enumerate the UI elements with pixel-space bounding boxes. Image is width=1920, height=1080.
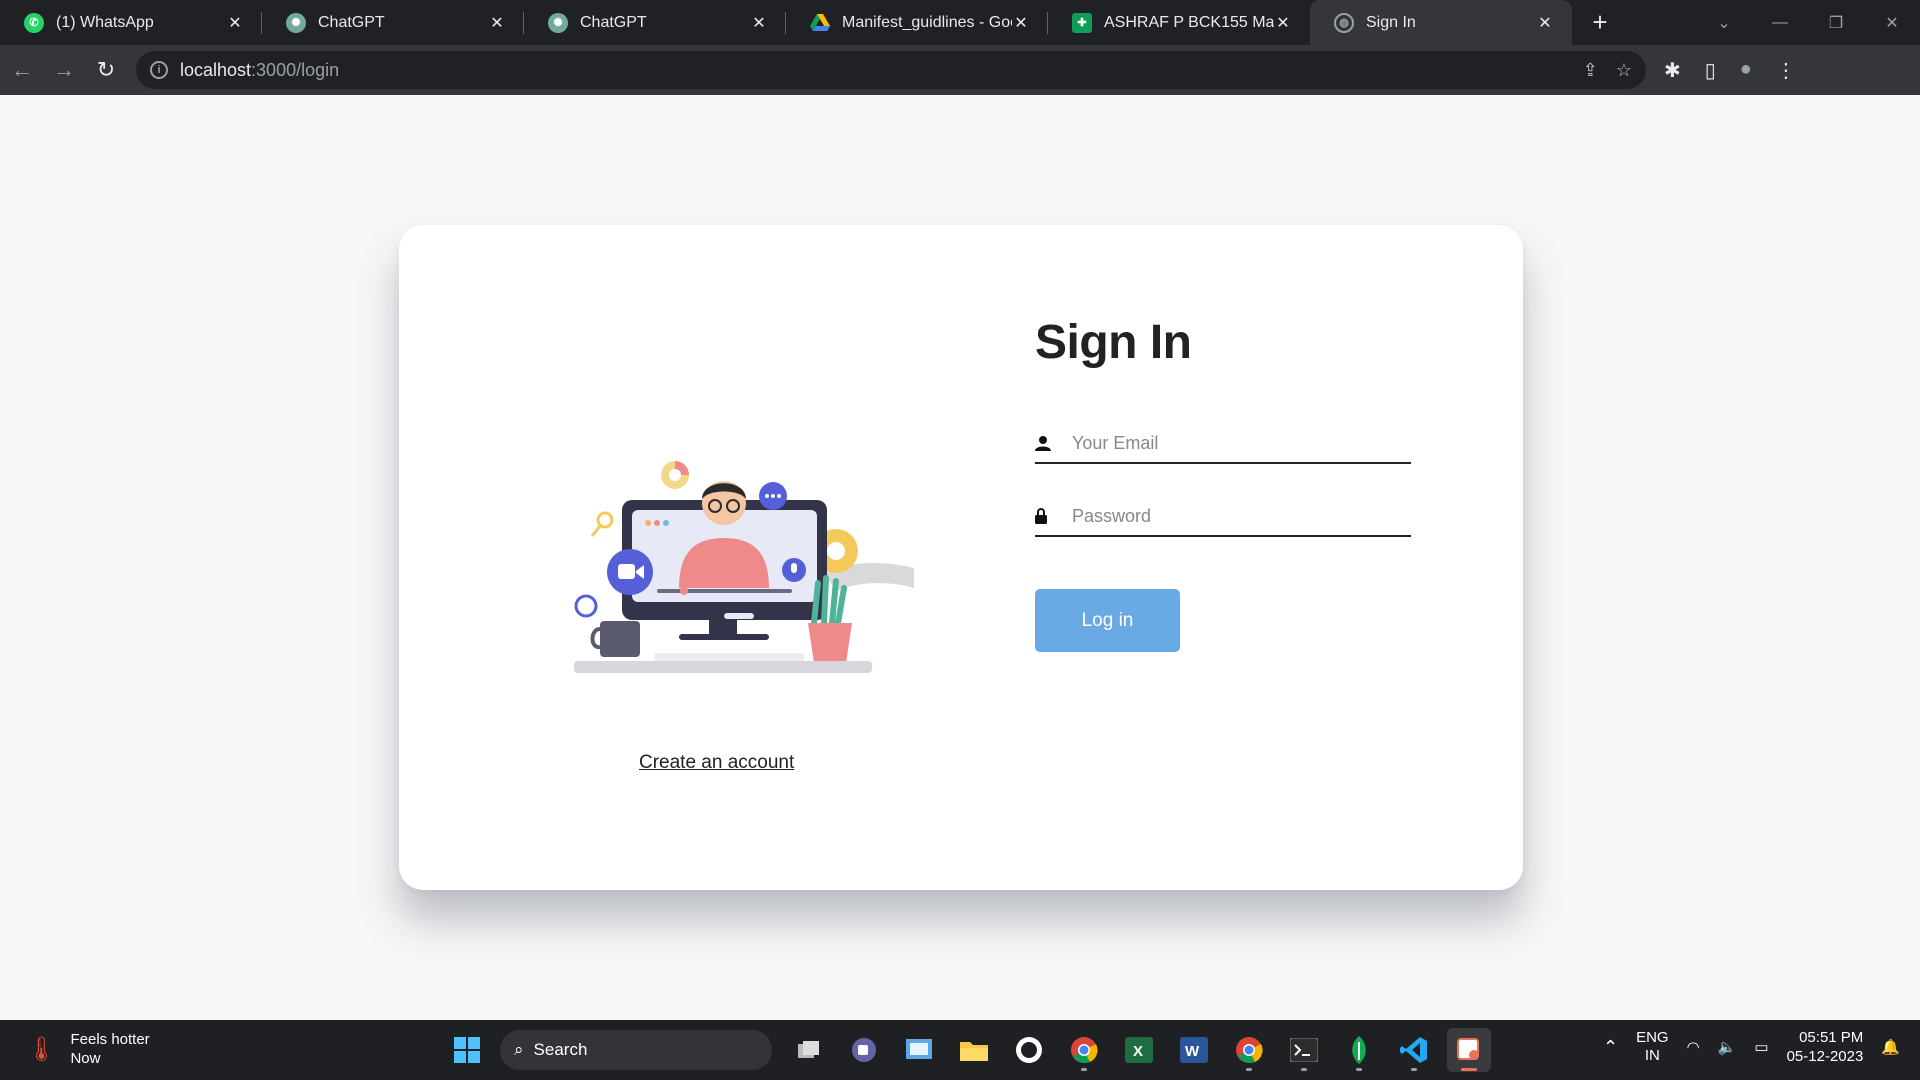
language-bottom: IN: [1644, 1047, 1660, 1064]
side-panel-icon[interactable]: ▯: [1705, 58, 1716, 83]
tab-title: ASHRAF P BCK155 Manifes: [1104, 13, 1274, 31]
tab-strip: ✆ (1) WhatsApp ✕ ✺ ChatGPT ✕ ✺ ChatGPT ✕…: [0, 0, 1920, 45]
profile-avatar-icon[interactable]: ●: [1740, 58, 1752, 83]
tab-chatgpt-2[interactable]: ✺ ChatGPT ✕: [524, 0, 786, 45]
lock-icon: [1035, 508, 1059, 524]
clock-time: 05:51 PM: [1799, 1029, 1864, 1046]
user-icon: [1035, 435, 1059, 451]
weather-widget[interactable]: 🌡 Feels hotter Now: [26, 1030, 150, 1068]
tab-manifest-guidelines[interactable]: Manifest_guidlines - Googl ✕: [786, 0, 1048, 45]
language-top: ENG: [1636, 1029, 1669, 1046]
weather-subtitle: Now: [70, 1050, 101, 1067]
clock-date: 05-12-2023: [1786, 1048, 1864, 1065]
email-field-row: [1035, 424, 1411, 464]
page-title: Sign In: [1035, 316, 1192, 369]
whatsapp-icon: ✆: [24, 12, 44, 33]
github-icon[interactable]: [1007, 1028, 1051, 1072]
tab-title: ChatGPT: [580, 13, 647, 31]
minimize-icon[interactable]: —: [1752, 14, 1808, 32]
create-account-link[interactable]: Create an account: [639, 752, 794, 774]
tab-search-icon[interactable]: ⌄: [1696, 13, 1752, 33]
bookmark-star-icon[interactable]: ☆: [1616, 60, 1632, 81]
google-drive-icon: [810, 13, 830, 33]
control-panel-icon[interactable]: [897, 1028, 941, 1072]
chevron-up-icon[interactable]: ⌃: [1603, 1037, 1618, 1058]
tab-title: Sign In: [1366, 13, 1416, 31]
chrome-icon[interactable]: [1062, 1028, 1106, 1072]
close-icon[interactable]: ✕: [1536, 13, 1554, 33]
volume-icon[interactable]: 🔈: [1718, 1038, 1737, 1056]
close-icon[interactable]: ✕: [1012, 13, 1030, 33]
snipping-tool-icon[interactable]: [1447, 1028, 1491, 1072]
taskbar-search[interactable]: ⌕ Search: [500, 1030, 772, 1070]
close-icon[interactable]: ✕: [226, 13, 244, 33]
weather-title: Feels hotter: [70, 1031, 150, 1048]
vscode-icon[interactable]: [1392, 1028, 1436, 1072]
password-field[interactable]: [1059, 505, 1411, 527]
language-indicator[interactable]: ENG IN: [1636, 1029, 1669, 1065]
search-icon: ⌕: [514, 1040, 524, 1059]
chrome-icon[interactable]: [1227, 1028, 1271, 1072]
tab-title: (1) WhatsApp: [56, 13, 154, 31]
close-icon[interactable]: ✕: [750, 13, 768, 33]
site-info-icon[interactable]: i: [150, 61, 168, 79]
windows-taskbar: 🌡 Feels hotter Now ⌕ Search X W ⌃ ENG IN: [0, 1020, 1920, 1080]
extensions-icon[interactable]: ✱: [1664, 58, 1681, 83]
login-card: Create an account Sign In Log in: [399, 225, 1523, 890]
terminal-icon[interactable]: [1282, 1028, 1326, 1072]
notification-bell-icon[interactable]: 🔔: [1881, 1038, 1900, 1056]
reload-icon[interactable]: ↻: [86, 50, 126, 90]
svg-text:W: W: [1185, 1043, 1200, 1060]
address-path: :3000/login: [251, 59, 340, 80]
tab-sign-in[interactable]: ◍ Sign In ✕: [1310, 0, 1572, 45]
browser-toolbar: ← → ↻ i localhost:3000/login ⇪ ☆ ✱ ▯ ● ⋮: [0, 45, 1920, 95]
google-sheets-icon: ✚: [1072, 12, 1092, 33]
address-bar[interactable]: i localhost:3000/login ⇪ ☆: [136, 51, 1646, 89]
tab-chatgpt-1[interactable]: ✺ ChatGPT ✕: [262, 0, 524, 45]
clock[interactable]: 05:51 PM 05-12-2023: [1787, 1028, 1864, 1066]
tab-whatsapp[interactable]: ✆ (1) WhatsApp ✕: [0, 0, 262, 45]
page-content: Create an account Sign In Log in: [0, 95, 1920, 1020]
svg-text:X: X: [1133, 1043, 1143, 1060]
mongodb-compass-icon[interactable]: [1337, 1028, 1381, 1072]
address-host: localhost: [180, 59, 252, 80]
password-field-row: [1035, 497, 1411, 537]
globe-icon: ◍: [1334, 12, 1354, 33]
system-tray: ⌃ ENG IN ◠ 🔈 ▭ 05:51 PM 05-12-2023 🔔: [1603, 1028, 1900, 1066]
email-field[interactable]: [1059, 432, 1411, 454]
close-icon[interactable]: ✕: [488, 13, 506, 33]
chatgpt-icon: ✺: [286, 12, 306, 33]
close-icon[interactable]: ✕: [1274, 13, 1292, 33]
windows-start-icon[interactable]: [445, 1028, 489, 1072]
thermometer-icon: 🌡: [26, 1035, 57, 1063]
restore-icon[interactable]: ❐: [1808, 13, 1864, 33]
new-tab-button[interactable]: +: [1580, 0, 1620, 45]
window-controls: ⌄ — ❐ ✕: [1696, 0, 1920, 45]
excel-icon[interactable]: X: [1117, 1028, 1161, 1072]
close-window-icon[interactable]: ✕: [1864, 13, 1920, 33]
video-call-illustration: [574, 461, 914, 673]
tab-title: Manifest_guidlines - Googl: [842, 13, 1012, 31]
back-icon[interactable]: ←: [2, 50, 42, 90]
tab-title: ChatGPT: [318, 13, 385, 31]
forward-icon[interactable]: →: [44, 50, 84, 90]
word-icon[interactable]: W: [1172, 1028, 1216, 1072]
search-label: Search: [533, 1040, 588, 1059]
login-button[interactable]: Log in: [1035, 589, 1180, 652]
battery-icon[interactable]: ▭: [1754, 1038, 1768, 1056]
menu-icon[interactable]: ⋮: [1776, 58, 1796, 83]
share-icon[interactable]: ⇪: [1583, 60, 1598, 81]
wifi-icon[interactable]: ◠: [1687, 1038, 1700, 1056]
teams-icon[interactable]: [842, 1028, 886, 1072]
file-explorer-icon[interactable]: [952, 1028, 996, 1072]
task-view-icon[interactable]: [787, 1028, 831, 1072]
chatgpt-icon: ✺: [548, 12, 568, 33]
tab-ashraf-manifest[interactable]: ✚ ASHRAF P BCK155 Manifes ✕: [1048, 0, 1310, 45]
